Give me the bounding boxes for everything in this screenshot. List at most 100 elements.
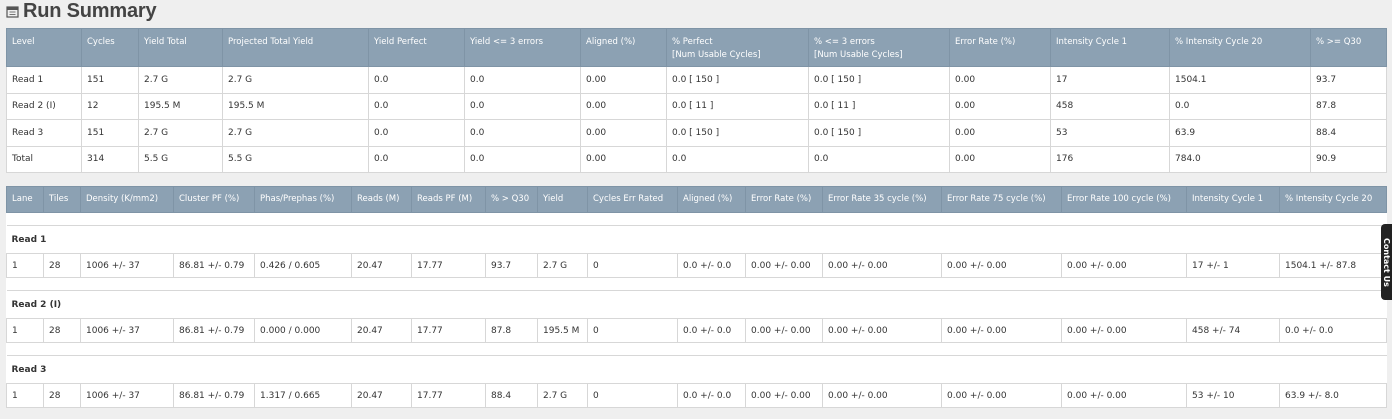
group-spacer xyxy=(6,212,1387,226)
table-cell: 88.4 xyxy=(485,383,538,408)
table-cell: 0.0 [ 150 ] xyxy=(808,119,950,147)
table-cell: 0.0 xyxy=(368,92,465,120)
table-cell: 86.81 +/- 0.79 xyxy=(173,383,255,408)
table-cell: 1504.1 +/- 87.8 xyxy=(1279,253,1387,278)
table-cell: 0.0 xyxy=(666,145,809,173)
table-cell: 1.317 / 0.665 xyxy=(254,383,352,408)
table-row: Read 2 (I) 12 195.5 M 195.5 M 0.0 0.0 0.00 0.0 … xyxy=(6,92,1387,120)
read-group-row: Read 1 xyxy=(6,225,1387,254)
table-cell: 0.00 +/- 0.00 xyxy=(822,253,942,278)
lanes-header-2[interactable]: Density (K/mm2) xyxy=(80,186,174,213)
lanes-header-10[interactable]: Aligned (%) xyxy=(677,186,746,213)
run-summary-table: Level Cycles Yield Total Projected Total Yi… xyxy=(6,28,1387,173)
lanes-header-15[interactable]: Intensity Cycle 1 xyxy=(1186,186,1280,213)
table-cell: 1006 +/- 37 xyxy=(80,318,174,343)
table-cell: 28 xyxy=(43,253,81,278)
summary-header-11[interactable]: % Intensity Cycle 20 xyxy=(1169,28,1311,67)
table-cell: 0.0 +/- 0.0 xyxy=(677,253,746,278)
group-spacer xyxy=(6,277,1387,291)
table-cell: 28 xyxy=(43,383,81,408)
summary-header-8[interactable]: % <= 3 errors [Num Usable Cycles] xyxy=(808,28,950,67)
table-cell: 0.0 [ 150 ] xyxy=(666,119,809,147)
summary-header-4[interactable]: Yield Perfect xyxy=(368,28,465,67)
read-group-row: Read 3 xyxy=(6,355,1387,384)
summary-header-6[interactable]: Aligned (%) xyxy=(580,28,667,67)
table-cell: 0.0 [ 150 ] xyxy=(666,66,809,94)
table-cell: 5.5 G xyxy=(222,145,369,173)
summary-header-row: Level Cycles Yield Total Projected Total Yi… xyxy=(6,28,1387,67)
lanes-header-12[interactable]: Error Rate 35 cycle (%) xyxy=(822,186,942,213)
lanes-header-7[interactable]: % > Q30 xyxy=(485,186,538,213)
summary-header-9[interactable]: Error Rate (%) xyxy=(949,28,1051,67)
table-cell: 86.81 +/- 0.79 xyxy=(173,253,255,278)
table-cell: 17.77 xyxy=(411,253,486,278)
table-cell: 88.4 xyxy=(1310,119,1387,147)
table-cell: 0.0 xyxy=(464,119,581,147)
table-cell: 0.00 xyxy=(580,145,667,173)
table-cell: 20.47 xyxy=(351,318,412,343)
table-cell: 93.7 xyxy=(485,253,538,278)
table-row: 1 28 1006 +/- 37 86.81 +/- 0.79 1.317 / 0.66… xyxy=(6,383,1387,408)
contact-us-tab[interactable]: Contact Us xyxy=(1381,224,1392,300)
summary-header-3[interactable]: Projected Total Yield xyxy=(222,28,369,67)
read-group-label: Read 2 (I) xyxy=(6,290,1387,319)
table-cell: 0.00 xyxy=(580,119,667,147)
table-cell: 1 xyxy=(6,253,44,278)
table-cell: 0.0 xyxy=(808,145,950,173)
table-cell: 0.00 +/- 0.00 xyxy=(822,318,942,343)
summary-header-2[interactable]: Yield Total xyxy=(138,28,223,67)
lanes-header-6[interactable]: Reads PF (M) xyxy=(411,186,486,213)
lanes-header-16[interactable]: % Intensity Cycle 20 xyxy=(1279,186,1387,213)
table-cell: 151 xyxy=(81,119,139,147)
table-cell: 0.0 +/- 0.0 xyxy=(1279,318,1387,343)
summary-header-1[interactable]: Cycles xyxy=(81,28,139,67)
table-cell: 0.00 +/- 0.00 xyxy=(745,383,823,408)
summary-header-12[interactable]: % >= Q30 xyxy=(1310,28,1387,67)
table-row: Total 314 5.5 G 5.5 G 0.0 0.0 0.00 0.0 0.0 0.00 17… xyxy=(6,145,1387,173)
table-cell: 0.00 +/- 0.00 xyxy=(941,318,1062,343)
table-cell: 12 xyxy=(81,92,139,120)
lanes-header-14[interactable]: Error Rate 100 cycle (%) xyxy=(1061,186,1187,213)
lanes-header-4[interactable]: Phas/Prephas (%) xyxy=(254,186,352,213)
lanes-header-8[interactable]: Yield xyxy=(537,186,588,213)
lanes-header-9[interactable]: Cycles Err Rated xyxy=(587,186,678,213)
table-cell: 0 xyxy=(587,383,678,408)
table-cell: 0.0 +/- 0.0 xyxy=(677,318,746,343)
table-cell: 0.00 +/- 0.00 xyxy=(822,383,942,408)
table-cell: 458 xyxy=(1050,92,1170,120)
table-cell: 0.0 xyxy=(464,66,581,94)
table-cell: 17.77 xyxy=(411,318,486,343)
table-cell: 2.7 G xyxy=(138,119,223,147)
table-cell: Read 1 xyxy=(6,66,82,94)
summary-header-7[interactable]: % Perfect [Num Usable Cycles] xyxy=(666,28,809,67)
table-cell: 0.0 xyxy=(464,145,581,173)
table-cell: 1006 +/- 37 xyxy=(80,253,174,278)
table-cell: 0.00 +/- 0.00 xyxy=(1061,253,1187,278)
table-cell: 2.7 G xyxy=(537,253,588,278)
table-cell: 63.9 +/- 8.0 xyxy=(1279,383,1387,408)
table-cell: 0.0 xyxy=(368,145,465,173)
summary-header-0[interactable]: Level xyxy=(6,28,82,67)
calendar-icon xyxy=(6,5,19,18)
table-cell: 2.7 G xyxy=(222,119,369,147)
table-cell: 53 xyxy=(1050,119,1170,147)
lanes-header-11[interactable]: Error Rate (%) xyxy=(745,186,823,213)
table-row: 1 28 1006 +/- 37 86.81 +/- 0.79 0.426 / 0.60… xyxy=(6,253,1387,278)
table-cell: Read 3 xyxy=(6,119,82,147)
table-cell: 0.00 +/- 0.00 xyxy=(941,383,1062,408)
lanes-header-13[interactable]: Error Rate 75 cycle (%) xyxy=(941,186,1062,213)
table-cell: 2.7 G xyxy=(222,66,369,94)
table-cell: 53 +/- 10 xyxy=(1186,383,1280,408)
table-cell: 0.00 xyxy=(949,66,1051,94)
lanes-header-3[interactable]: Cluster PF (%) xyxy=(173,186,255,213)
lanes-header-0[interactable]: Lane xyxy=(6,186,44,213)
table-cell: 151 xyxy=(81,66,139,94)
table-cell: 0.0 xyxy=(368,66,465,94)
lanes-header-5[interactable]: Reads (M) xyxy=(351,186,412,213)
table-row: Read 1 151 2.7 G 2.7 G 0.0 0.0 0.00 0.0 [ 150 ]… xyxy=(6,66,1387,94)
table-cell: 0.00 +/- 0.00 xyxy=(1061,383,1187,408)
page-header: Run Summary xyxy=(6,0,157,22)
lanes-header-1[interactable]: Tiles xyxy=(43,186,81,213)
summary-header-10[interactable]: Intensity Cycle 1 xyxy=(1050,28,1170,67)
summary-header-5[interactable]: Yield <= 3 errors xyxy=(464,28,581,67)
